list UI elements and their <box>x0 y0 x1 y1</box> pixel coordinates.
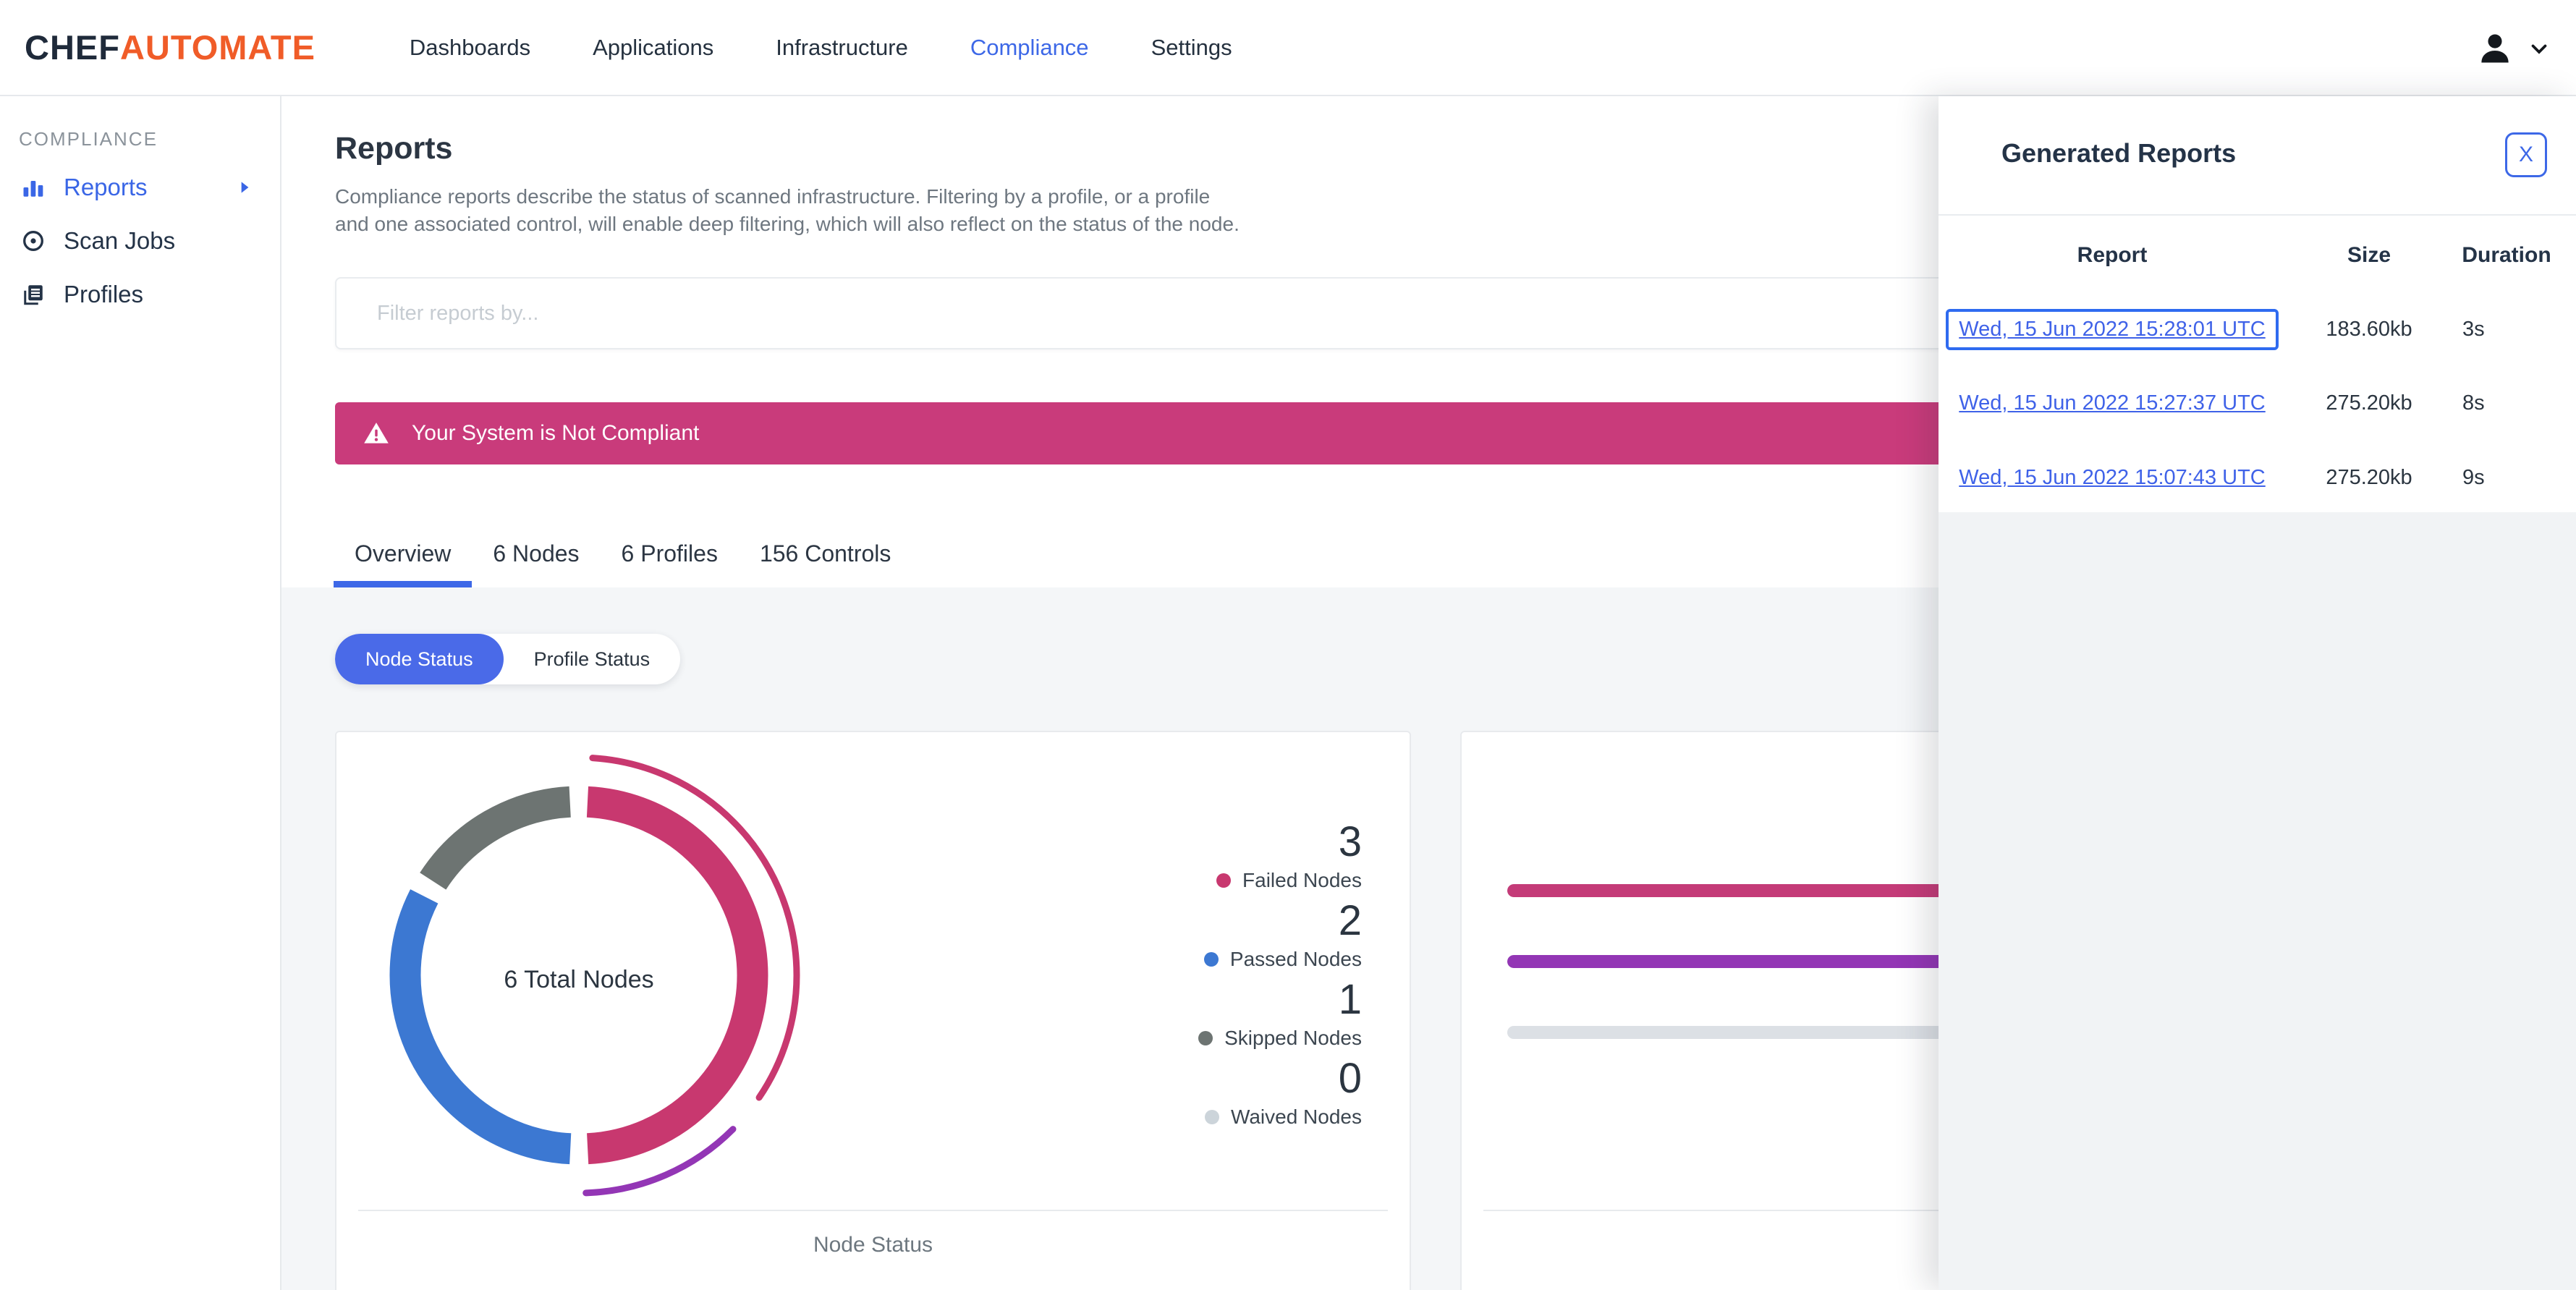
focused-report-link-outline: Wed, 15 Jun 2022 15:28:01 UTC <box>1946 308 2279 350</box>
close-icon[interactable]: X <box>2505 132 2547 177</box>
duration-column-header: Duration <box>2462 243 2551 267</box>
app-root: CHEF AUTOMATE Dashboards Applications Inf… <box>0 0 2576 1290</box>
report-size: 275.20kb <box>2326 465 2412 489</box>
report-tabs: Overview 6 Nodes 6 Profiles 156 Controls <box>334 526 912 587</box>
user-avatar-icon[interactable] <box>2476 30 2514 67</box>
chevron-down-icon[interactable] <box>2527 36 2551 61</box>
tab-overview[interactable]: Overview <box>334 526 473 587</box>
failed-dot-icon <box>1216 873 1232 888</box>
report-link[interactable]: Wed, 15 Jun 2022 15:27:37 UTC <box>1959 391 2265 415</box>
sidebar: COMPLIANCE Reports Scan Jobs Profiles <box>0 96 281 1290</box>
report-link[interactable]: Wed, 15 Jun 2022 15:07:43 UTC <box>1959 466 2265 490</box>
waived-dot-icon <box>1204 1110 1219 1124</box>
documents-icon <box>20 281 46 307</box>
report-column-header: Report <box>2077 243 2148 267</box>
toggle-profile-status[interactable]: Profile Status <box>504 634 681 684</box>
skipped-count: 1 <box>1338 976 1362 1023</box>
toggle-node-status[interactable]: Node Status <box>335 634 504 684</box>
sidebar-item-label: Reports <box>64 174 148 200</box>
nav-item-settings[interactable]: Settings <box>1151 35 1232 61</box>
brand-chef: CHEF <box>25 28 120 67</box>
nav-item-dashboards[interactable]: Dashboards <box>410 35 530 61</box>
passed-dot-icon <box>1203 952 1219 967</box>
report-table-header: Report Size Duration <box>1939 238 2576 273</box>
node-status-card: 6 Total Nodes 3 Failed Nodes 2 Passed No… <box>335 731 1411 1290</box>
warning-triangle-icon <box>363 420 390 447</box>
chef-automate-logo[interactable]: CHEF AUTOMATE <box>25 27 315 67</box>
report-link[interactable]: Wed, 15 Jun 2022 15:28:01 UTC <box>1959 318 2265 341</box>
report-size: 183.60kb <box>2326 317 2412 341</box>
nav-item-compliance[interactable]: Compliance <box>970 35 1089 61</box>
passed-count: 2 <box>1338 897 1362 944</box>
skipped-dot-icon <box>1198 1031 1213 1045</box>
tab-nodes[interactable]: 6 Nodes <box>472 526 600 587</box>
banner-message: Your System is Not Compliant <box>412 421 700 445</box>
user-menu[interactable] <box>2476 0 2551 96</box>
nav-item-applications[interactable]: Applications <box>593 35 713 61</box>
table-row: Wed, 15 Jun 2022 15:28:01 UTC 183.60kb 3… <box>1939 306 2576 352</box>
top-nav: CHEF AUTOMATE Dashboards Applications Inf… <box>0 0 2576 96</box>
brand-automate: AUTOMATE <box>119 28 315 67</box>
sidebar-section-label: COMPLIANCE <box>19 128 158 150</box>
nav-menu: Dashboards Applications Infrastructure C… <box>410 35 1232 61</box>
tab-controls[interactable]: 156 Controls <box>739 526 912 587</box>
waived-count: 0 <box>1338 1055 1362 1102</box>
drawer-divider <box>1939 214 2576 216</box>
node-status-caption: Node Status <box>813 1233 933 1257</box>
sidebar-item-label: Profiles <box>64 281 144 307</box>
generated-reports-drawer: Generated Reports X Report Size Duration… <box>1939 96 2576 1290</box>
report-duration: 8s <box>2462 391 2485 415</box>
page-description: Compliance reports describe the status o… <box>335 185 1240 235</box>
table-row: Wed, 15 Jun 2022 15:07:43 UTC 275.20kb 9… <box>1939 454 2576 501</box>
legend-skipped-nodes: 1 Skipped Nodes <box>1198 979 1362 1050</box>
tab-profiles[interactable]: 6 Profiles <box>601 526 739 587</box>
status-toggle: Node Status Profile Status <box>335 634 681 684</box>
radar-icon <box>20 228 46 254</box>
report-size: 275.20kb <box>2326 391 2412 415</box>
sidebar-item-scan-jobs[interactable]: Scan Jobs <box>0 214 280 268</box>
drawer-title: Generated Reports <box>2001 138 2237 168</box>
legend-passed-nodes: 2 Passed Nodes <box>1203 897 1362 971</box>
legend-failed-nodes: 3 Failed Nodes <box>1216 821 1362 892</box>
page-title: Reports <box>335 131 453 166</box>
sidebar-item-profiles[interactable]: Profiles <box>0 268 280 321</box>
table-row: Wed, 15 Jun 2022 15:27:37 UTC 275.20kb 8… <box>1939 380 2576 426</box>
sidebar-item-label: Scan Jobs <box>64 227 176 254</box>
skipped-label: Skipped Nodes <box>1224 1027 1362 1049</box>
size-column-header: Size <box>2347 243 2391 267</box>
card-divider <box>358 1210 1388 1211</box>
nav-item-infrastructure[interactable]: Infrastructure <box>776 35 908 61</box>
bar-chart-icon <box>20 174 46 200</box>
legend-waived-nodes: 0 Waived Nodes <box>1204 1055 1362 1129</box>
waived-label: Waived Nodes <box>1230 1106 1362 1128</box>
failed-label: Failed Nodes <box>1242 869 1362 891</box>
submenu-arrow-icon[interactable] <box>235 178 254 197</box>
report-duration: 3s <box>2462 317 2485 341</box>
donut-center-label: 6 Total Nodes <box>504 966 654 993</box>
failed-count: 3 <box>1338 818 1362 865</box>
passed-label: Passed Nodes <box>1229 948 1362 970</box>
report-duration: 9s <box>2462 465 2485 489</box>
sidebar-item-reports[interactable]: Reports <box>0 161 280 214</box>
